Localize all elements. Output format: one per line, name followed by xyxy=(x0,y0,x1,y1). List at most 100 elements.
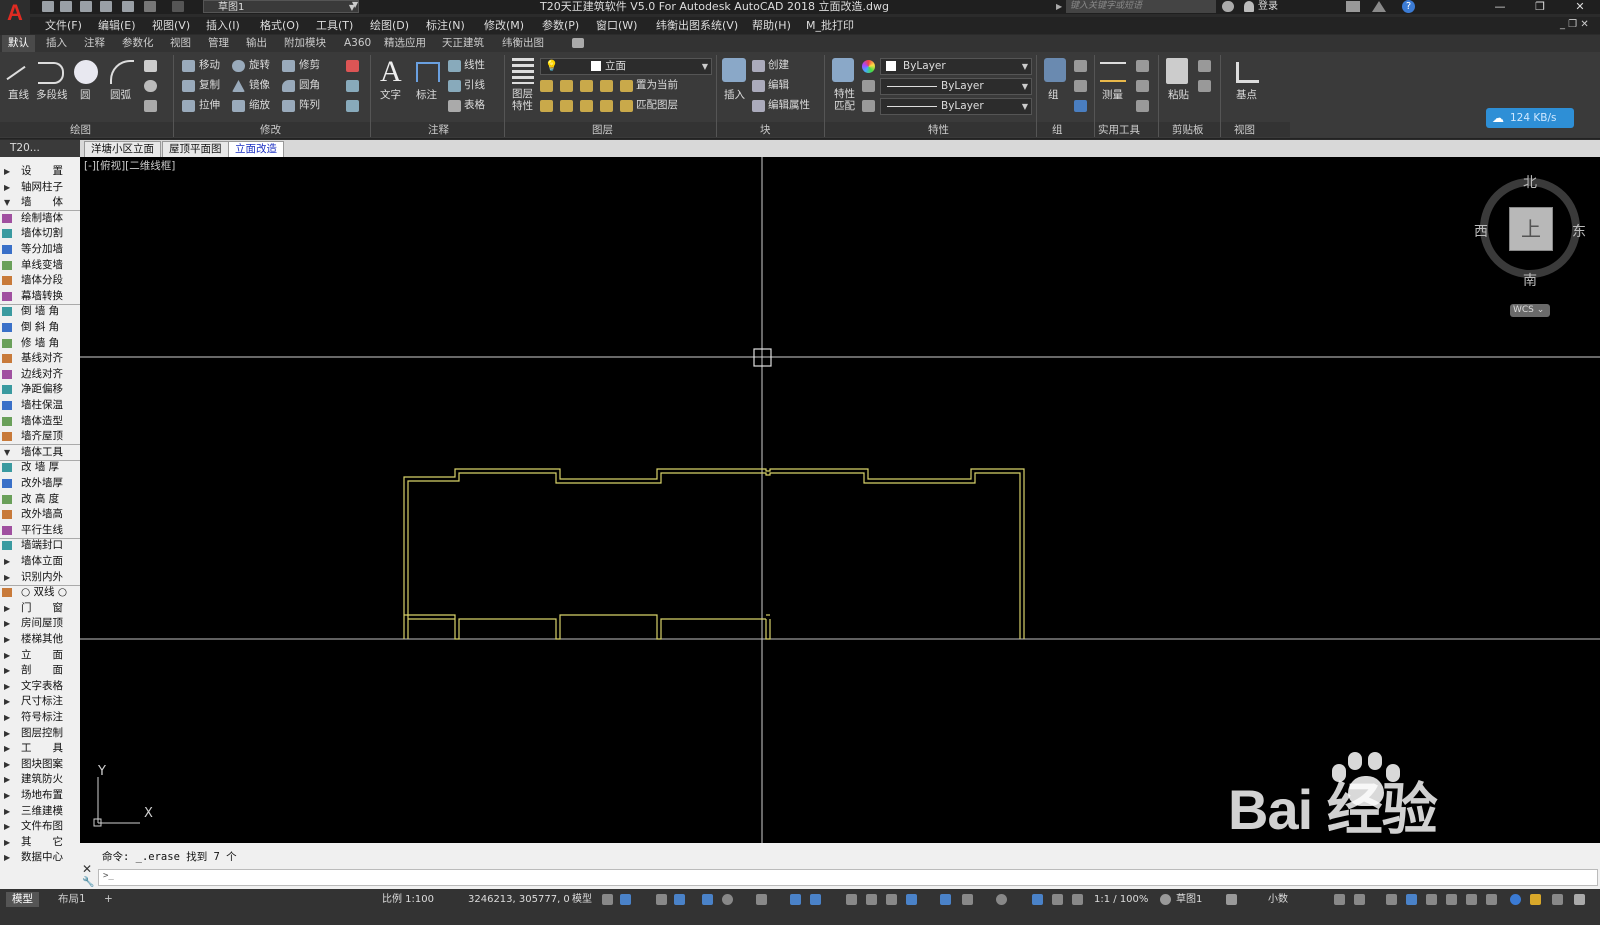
line-2-icon[interactable] xyxy=(1466,894,1477,905)
palette-command[interactable]: 墙体切割 xyxy=(0,226,80,241)
palette-command[interactable]: 墙体造型 xyxy=(0,414,80,429)
ribbon-toggle-icon[interactable] xyxy=(572,38,584,48)
tab-annotate[interactable]: 注释 xyxy=(78,35,111,52)
menu-draw[interactable]: 绘图(D) xyxy=(370,17,409,34)
panel-layers-title[interactable]: 图层 xyxy=(592,123,613,137)
palette-command[interactable]: 改外墙高 xyxy=(0,507,80,522)
tab-featured-apps[interactable]: 精选应用 xyxy=(378,35,432,52)
group-button[interactable]: 组 xyxy=(1048,88,1059,102)
open-file-icon[interactable] xyxy=(60,1,72,12)
palette-section[interactable]: ▶ 轴网柱子 xyxy=(0,180,80,195)
layer-lock-icon[interactable] xyxy=(600,80,613,92)
binoculars-icon[interactable] xyxy=(1222,1,1234,12)
palette-section[interactable]: ▶ 尺寸标注 xyxy=(0,694,80,709)
palette-command[interactable]: 改外墙厚 xyxy=(0,476,80,491)
3d-osnap-icon[interactable] xyxy=(906,894,917,905)
base-point-button[interactable]: 基点 xyxy=(1236,88,1257,102)
tab-layout1[interactable]: 布局1 xyxy=(52,892,92,907)
palette-command[interactable]: 改 墙 厚 xyxy=(0,460,80,475)
lineweight-toggle-icon[interactable] xyxy=(846,894,857,905)
dimension-button[interactable]: 标注 xyxy=(416,88,437,102)
save-icon[interactable] xyxy=(80,1,92,12)
annotation-visibility-icon[interactable] xyxy=(1032,894,1043,905)
clean-screen-icon[interactable] xyxy=(1426,894,1437,905)
polyline-icon[interactable] xyxy=(38,62,64,84)
text-button[interactable]: 文字 xyxy=(380,88,401,102)
paste-icon[interactable] xyxy=(1166,58,1188,84)
login-button[interactable]: 登录 xyxy=(1258,0,1278,13)
palette-section[interactable]: ▶ 识别内外 xyxy=(0,570,80,586)
doc-tab-yangtang[interactable]: 洋塘小区立面 xyxy=(84,141,161,158)
compass-south[interactable]: 南 xyxy=(1523,270,1537,290)
insert-block-icon[interactable] xyxy=(722,58,746,82)
palette-command[interactable]: 绘制墙体 xyxy=(0,211,80,226)
palette-command[interactable]: 倒 墙 角 xyxy=(0,304,80,319)
palette-command[interactable]: 净距偏移 xyxy=(0,382,80,397)
offset-icon[interactable] xyxy=(346,100,359,112)
scale-select[interactable]: 比例 1:100 xyxy=(382,892,434,907)
search-input[interactable]: 键入关键字或短语 xyxy=(1066,0,1216,13)
point-style-icon[interactable] xyxy=(1136,60,1149,72)
palette-command[interactable]: 倒 斜 角 xyxy=(0,320,80,335)
lineweight-select[interactable]: ByLayer ▼ xyxy=(880,98,1032,115)
panel-annotate-title[interactable]: 注释 xyxy=(428,123,449,137)
quick-properties-icon[interactable] xyxy=(1334,894,1345,905)
palette-command[interactable]: 墙体分段 xyxy=(0,273,80,288)
workspace-select[interactable]: 草图1 ▼ xyxy=(203,0,359,13)
doc-window-controls[interactable]: _ ❐ ✕ xyxy=(1560,19,1589,30)
minimize-button[interactable]: — xyxy=(1486,0,1514,13)
panel-draw-title[interactable]: 绘图 xyxy=(70,123,91,137)
palette-command[interactable]: 边线对齐 xyxy=(0,367,80,382)
match-properties-button[interactable]: 特性 匹配 xyxy=(834,88,858,112)
line-1-icon[interactable] xyxy=(1446,894,1457,905)
group-edit-icon[interactable] xyxy=(1074,80,1087,92)
ortho-icon[interactable] xyxy=(702,894,713,905)
layer-properties-icon[interactable] xyxy=(512,58,534,84)
palette-section[interactable]: ▶ 文字表格 xyxy=(0,679,80,694)
palette-command[interactable]: 墙齐屋顶 xyxy=(0,429,80,446)
panel-properties-title[interactable]: 特性 xyxy=(928,123,949,137)
palette-section[interactable]: ▶ 墙体立面 xyxy=(0,554,80,569)
gear-icon[interactable] xyxy=(1160,894,1171,905)
cut-icon[interactable] xyxy=(1198,60,1211,72)
region-icon[interactable] xyxy=(144,100,157,112)
palette-command[interactable]: 平行生线 xyxy=(0,523,80,539)
menu-insert[interactable]: 插入(I) xyxy=(206,17,240,34)
menu-window[interactable]: 窗口(W) xyxy=(596,17,637,34)
palette-section[interactable]: ▶ 门 窗 xyxy=(0,601,80,616)
cart-icon[interactable] xyxy=(1346,1,1360,12)
tab-model[interactable]: 模型 xyxy=(6,892,39,907)
palette-command[interactable]: 墙端封口 xyxy=(0,538,80,553)
layer-on-icon[interactable] xyxy=(540,100,553,112)
dynamic-input-icon[interactable] xyxy=(674,894,685,905)
plus-icon[interactable] xyxy=(1226,894,1237,905)
copy-clip-icon[interactable] xyxy=(1198,80,1211,92)
palette-command[interactable]: ○ 双线 ○ xyxy=(0,585,80,600)
selection-filter-icon[interactable] xyxy=(962,894,973,905)
plot-icon[interactable] xyxy=(122,1,134,12)
infer-constraints-icon[interactable] xyxy=(656,894,667,905)
command-input[interactable]: >_ xyxy=(98,869,1598,886)
create-block-button[interactable]: 创建 xyxy=(768,58,789,72)
grid-icon[interactable] xyxy=(602,894,613,905)
ungroup-icon[interactable] xyxy=(1074,60,1087,72)
tab-manage[interactable]: 管理 xyxy=(202,35,235,52)
palette-command[interactable]: 等分加墙 xyxy=(0,242,80,257)
measure-icon[interactable] xyxy=(1100,62,1126,82)
polar-icon[interactable] xyxy=(722,894,733,905)
menu-help[interactable]: 帮助(H) xyxy=(752,17,791,34)
palette-command[interactable]: 修 墙 角 xyxy=(0,336,80,351)
panel-utilities-title[interactable]: 实用工具 xyxy=(1098,123,1140,137)
doc-tab-roof-plan[interactable]: 屋顶平面图 xyxy=(162,141,229,158)
mirror-button[interactable]: 镜像 xyxy=(249,78,270,92)
palette-section[interactable]: ▶ 设 置 xyxy=(0,164,80,179)
text-icon[interactable]: A xyxy=(380,56,402,88)
line-button[interactable]: 直线 xyxy=(8,88,29,102)
stretch-button[interactable]: 拉伸 xyxy=(199,98,220,112)
scale-button[interactable]: 缩放 xyxy=(249,98,270,112)
dimension-icon[interactable] xyxy=(416,62,440,82)
palette-section[interactable]: ▶ 立 面 xyxy=(0,648,80,663)
palette-section[interactable]: ▶ 楼梯其他 xyxy=(0,632,80,647)
palette-section[interactable]: ▶ 图块图案 xyxy=(0,757,80,772)
compass-north[interactable]: 北 xyxy=(1523,172,1537,192)
